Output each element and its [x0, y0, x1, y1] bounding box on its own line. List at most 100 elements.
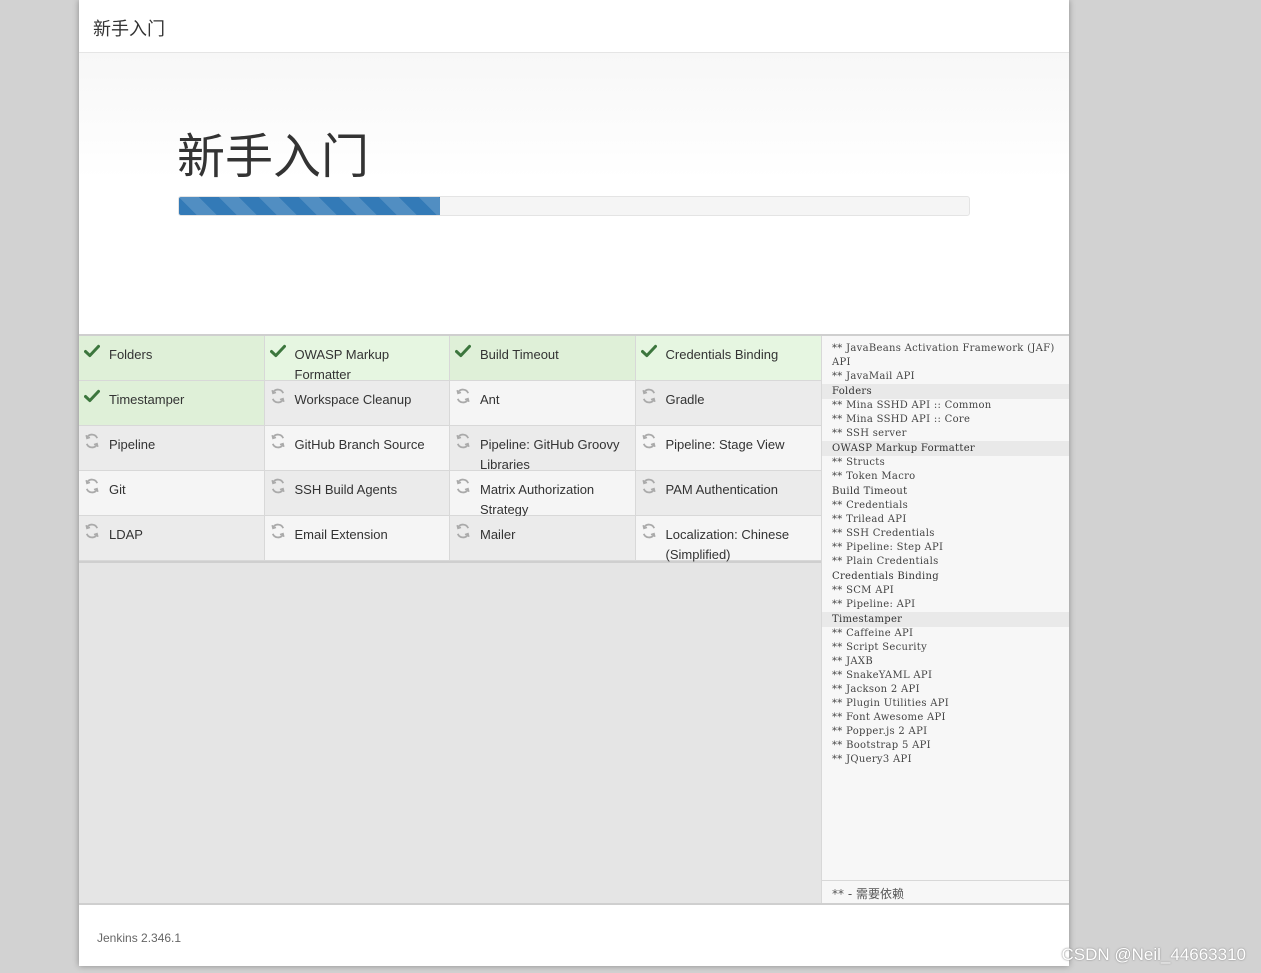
plugin-name: Pipeline: Stage View — [665, 437, 785, 452]
install-progress-bar — [178, 196, 970, 216]
plugin-name: PAM Authentication — [665, 482, 779, 497]
check-icon — [455, 343, 471, 359]
plugin-item: SSH Build Agents — [264, 471, 450, 516]
plugin-item: PAM Authentication — [635, 471, 821, 516]
log-dependency-line: ** Plain Credentials — [832, 556, 939, 567]
log-dependency-line: ** JavaMail API — [832, 371, 915, 382]
refresh-spinner-icon — [84, 433, 100, 449]
check-icon — [84, 343, 100, 359]
refresh-spinner-icon — [270, 523, 286, 539]
plugin-name: Email Extension — [294, 527, 388, 542]
plugin-item: Localization: Chinese (Simplified) — [635, 516, 821, 562]
plugin-row: Folders OWASP Markup Formatter Build Timeo… — [79, 336, 821, 382]
check-icon — [269, 343, 286, 359]
log-dependency-line: ** SnakeYAML API — [832, 670, 933, 681]
log-dependency-line: ** Mina SSHD API :: Core — [832, 414, 971, 425]
refresh-spinner-icon — [455, 478, 471, 494]
plugin-name: Pipeline — [109, 437, 156, 452]
plugin-item: Gradle — [635, 381, 821, 426]
refresh-spinner-icon — [641, 478, 657, 494]
plugin-item: Ant — [450, 381, 636, 426]
plugin-name: Credentials Binding — [665, 347, 779, 362]
setup-wizard-dialog: 新手入门 新手入门 Folders OWASP Markup Formatter B… — [79, 0, 1069, 966]
plugin-item: Folders — [79, 336, 265, 381]
log-dependency-line: ** Bootstrap 5 API — [832, 740, 931, 751]
plugin-item: Pipeline: Stage View — [635, 426, 821, 471]
plugin-name: Build Timeout — [480, 347, 559, 362]
plugin-name: Matrix Authorization Strategy — [480, 482, 595, 517]
log-dependency-line: ** Jackson 2 API — [832, 684, 920, 695]
plugin-name: Folders — [109, 347, 153, 362]
plugin-item: OWASP Markup Formatter — [264, 336, 450, 382]
plugin-name: Workspace Cleanup — [294, 392, 412, 407]
log-dependency-line: ** Popper.js 2 API — [832, 726, 928, 737]
log-dependency-line: ** Credentials — [832, 500, 908, 511]
plugin-row: Pipeline GitHub Branch Source Pipeline: Gi… — [79, 426, 821, 472]
plugin-item: Timestamper — [79, 381, 265, 426]
plugin-item: Matrix Authorization Strategy — [450, 471, 636, 517]
hero-section: 新手入门 — [79, 53, 1069, 336]
log-dependency-line: ** JavaBeans Activation Framework (JAF) … — [832, 343, 1055, 368]
refresh-spinner-icon — [455, 433, 471, 449]
dialog-title: 新手入门 — [93, 19, 165, 40]
plugin-name: Mailer — [480, 527, 516, 542]
check-icon — [640, 343, 657, 359]
plugin-item: Pipeline — [79, 426, 265, 471]
log-dependency-line: ** Pipeline: API — [832, 599, 916, 610]
plugin-name: SSH Build Agents — [294, 482, 398, 497]
plugin-item: GitHub Branch Source — [264, 426, 450, 471]
refresh-spinner-icon — [270, 478, 286, 494]
log-dependency-line: ** Script Security — [832, 642, 928, 653]
plugin-name: OWASP Markup Formatter — [294, 347, 390, 382]
plugin-item: LDAP — [79, 516, 265, 561]
plugin-item: Workspace Cleanup — [264, 381, 450, 426]
refresh-spinner-icon — [455, 523, 471, 539]
log-dependency-line: ** SCM API — [832, 585, 894, 596]
plugin-name: Gradle — [665, 392, 705, 407]
install-log-panel[interactable]: ** JavaBeans Activation Framework (JAF) … — [821, 336, 1069, 903]
install-log-list: ** JavaBeans Activation Framework (JAF) … — [822, 342, 1069, 767]
log-dependency-line: ** Trilead API — [832, 514, 907, 525]
refresh-spinner-icon — [455, 388, 471, 404]
log-dependency-line: ** SSH Credentials — [832, 528, 935, 539]
refresh-spinner-icon — [641, 388, 657, 404]
log-dependency-line: ** Structs — [832, 457, 886, 468]
plugin-grid: Folders OWASP Markup Formatter Build Timeo… — [79, 336, 821, 563]
plugin-name: GitHub Branch Source — [294, 437, 425, 452]
refresh-spinner-icon — [84, 478, 100, 494]
plugin-row: Git SSH Build Agents Matrix Authorization … — [79, 471, 821, 517]
plugin-name: Pipeline: GitHub Groovy Libraries — [480, 437, 620, 472]
log-plugin-heading: Credentials Binding — [832, 571, 939, 582]
refresh-spinner-icon — [270, 388, 286, 404]
log-plugin-heading: Timestamper — [822, 612, 1069, 627]
plugin-item: Pipeline: GitHub Groovy Libraries — [450, 426, 636, 472]
jenkins-version: Jenkins 2.346.1 — [97, 931, 182, 945]
plugin-item: Email Extension — [264, 516, 450, 561]
plugin-name: Git — [109, 482, 126, 497]
refresh-spinner-icon — [641, 523, 657, 539]
log-plugin-heading: OWASP Markup Formatter — [822, 441, 1069, 456]
refresh-spinner-icon — [270, 433, 286, 449]
plugin-item: Mailer — [450, 516, 636, 561]
dialog-footer: Jenkins 2.346.1 — [79, 903, 1069, 966]
log-dependency-line: ** Pipeline: Step API — [832, 542, 944, 553]
plugin-name: Ant — [480, 392, 500, 407]
log-plugin-heading: Build Timeout — [832, 486, 908, 497]
install-progress-fill — [179, 197, 440, 215]
plugin-name: Localization: Chinese (Simplified) — [665, 527, 790, 562]
plugin-name: Timestamper — [109, 392, 185, 407]
log-dependency-line: ** SSH server — [832, 428, 907, 439]
check-icon — [84, 388, 100, 404]
plugin-install-area: Folders OWASP Markup Formatter Build Timeo… — [79, 336, 821, 903]
plugin-item: Credentials Binding — [635, 336, 821, 381]
refresh-spinner-icon — [84, 523, 100, 539]
plugin-row: LDAP Email Extension Mailer Localization: C… — [79, 516, 821, 562]
plugin-item: Build Timeout — [450, 336, 636, 381]
plugin-name: LDAP — [109, 527, 143, 542]
log-dependency-line: ** Caffeine API — [832, 628, 914, 639]
log-dependency-line: ** JQuery3 API — [832, 754, 912, 765]
log-legend: ** - 需要依赖 — [822, 880, 1069, 903]
log-dependency-line: ** Font Awesome API — [832, 712, 946, 723]
log-dependency-line: ** Plugin Utilities API — [832, 698, 950, 709]
plugin-item: Git — [79, 471, 265, 516]
